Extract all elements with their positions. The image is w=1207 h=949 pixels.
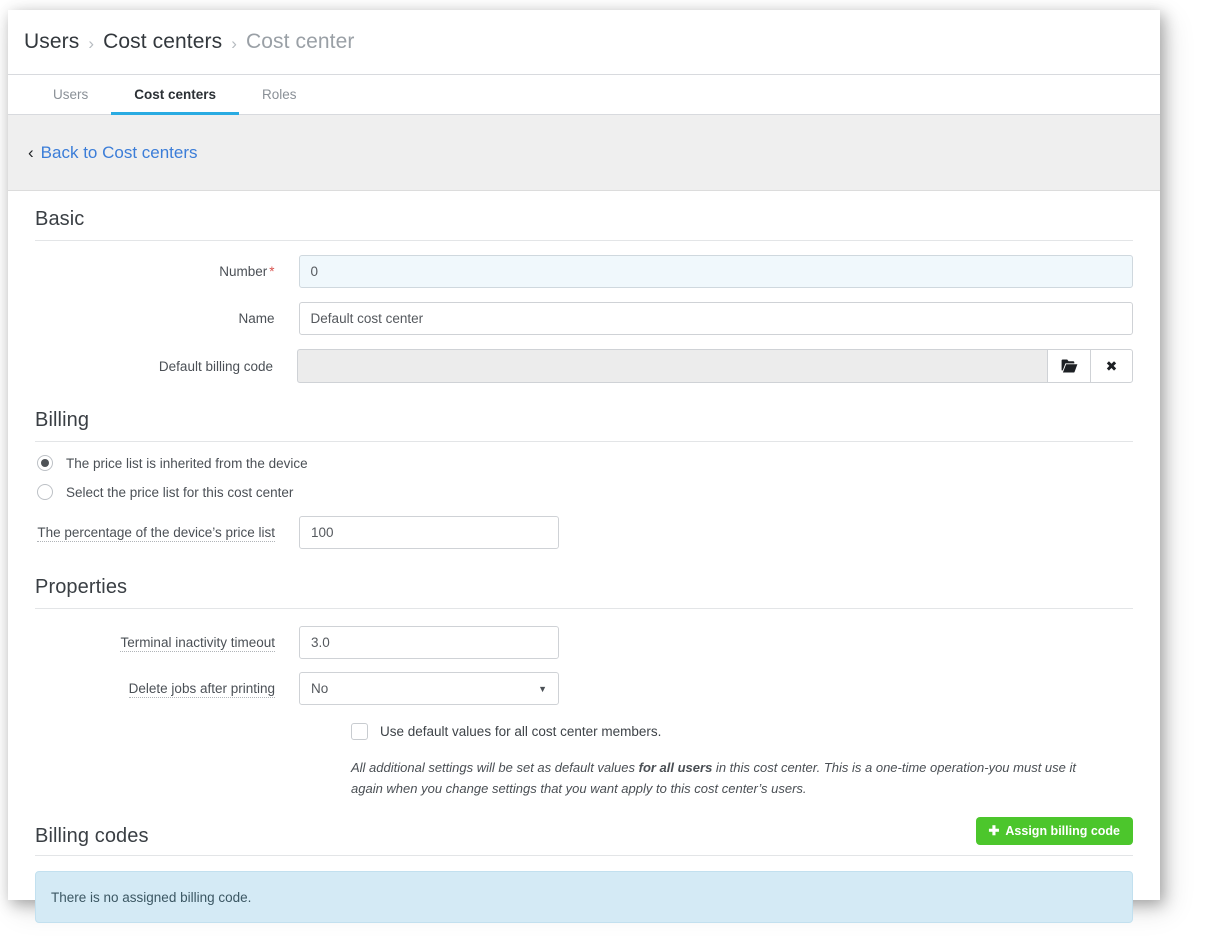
- assign-billing-code-button[interactable]: ✚ Assign billing code: [975, 817, 1133, 846]
- radio-inherit-price-list-label: The price list is inherited from the dev…: [66, 455, 308, 471]
- radio-select-price-list-control[interactable]: [37, 484, 53, 500]
- label-terminal-timeout: Terminal inactivity timeout: [35, 635, 299, 652]
- field-row-number: Number *: [35, 255, 1133, 288]
- delete-jobs-select[interactable]: No ▼: [299, 672, 559, 705]
- field-row-terminal-timeout: Terminal inactivity timeout: [35, 626, 1133, 659]
- section-title-billing: Billing: [35, 383, 1133, 442]
- radio-inherit-price-list[interactable]: The price list is inherited from the dev…: [35, 455, 1133, 471]
- no-billing-code-alert: There is no assigned billing code.: [35, 871, 1133, 924]
- breadcrumb-item-users[interactable]: Users: [24, 30, 79, 54]
- use-defaults-checkbox[interactable]: [351, 723, 368, 740]
- chevron-left-icon: ‹: [28, 142, 34, 162]
- label-terminal-timeout-text: Terminal inactivity timeout: [120, 635, 275, 652]
- tab-bar: Users Cost centers Roles: [8, 74, 1160, 115]
- default-billing-code-group: ✖: [297, 349, 1133, 383]
- use-defaults-label: Use default values for all cost center m…: [380, 724, 662, 739]
- help-text-part-1: All additional settings will be set as d…: [351, 760, 639, 775]
- plus-icon: ✚: [988, 823, 1000, 839]
- radio-select-price-list-label: Select the price list for this cost cent…: [66, 484, 294, 500]
- defaults-help-text: All additional settings will be set as d…: [35, 757, 1133, 799]
- field-row-percentage: The percentage of the device’s price lis…: [35, 516, 1133, 549]
- required-marker: *: [269, 264, 275, 279]
- tab-roles[interactable]: Roles: [239, 75, 320, 114]
- section-title-billing-codes: Billing codes: [35, 825, 149, 848]
- page-root: Users › Cost centers › Cost center Users…: [0, 0, 1207, 949]
- folder-open-icon[interactable]: [1047, 349, 1090, 383]
- billing-codes-header: Billing codes ✚ Assign billing code: [35, 799, 1133, 857]
- label-name: Name: [238, 311, 275, 326]
- tab-cost-centers-label: Cost centers: [134, 87, 217, 102]
- percentage-input[interactable]: [299, 516, 559, 549]
- clear-billing-code-button[interactable]: ✖: [1090, 349, 1133, 383]
- no-billing-code-message: There is no assigned billing code.: [51, 889, 252, 905]
- label-default-billing-code: Default billing code: [158, 358, 273, 374]
- breadcrumb-item-cost-centers[interactable]: Cost centers: [103, 30, 222, 54]
- folder-open-glyph: [1061, 359, 1077, 373]
- breadcrumb: Users › Cost centers › Cost center: [8, 10, 1160, 74]
- section-title-basic: Basic: [35, 191, 1133, 241]
- content-card: Users › Cost centers › Cost center Users…: [8, 10, 1160, 924]
- assign-billing-code-label: Assign billing code: [1005, 824, 1120, 839]
- tab-cost-centers[interactable]: Cost centers: [111, 75, 239, 115]
- radio-inherit-price-list-control[interactable]: [37, 455, 53, 471]
- use-defaults-row[interactable]: Use default values for all cost center m…: [35, 723, 1133, 740]
- number-input[interactable]: [298, 255, 1133, 288]
- field-row-default-billing-code: Default billing code ✖: [35, 349, 1133, 383]
- tab-users-label: Users: [53, 87, 89, 102]
- chevron-down-icon: ▼: [538, 683, 547, 694]
- radio-select-price-list[interactable]: Select the price list for this cost cent…: [35, 484, 1133, 500]
- label-delete-jobs: Delete jobs after printing: [35, 681, 299, 698]
- tab-roles-label: Roles: [262, 87, 297, 102]
- label-number-text: Number: [219, 264, 268, 279]
- tab-users[interactable]: Users: [30, 75, 111, 114]
- back-link-label: Back to Cost centers: [40, 142, 198, 162]
- default-billing-code-field[interactable]: [297, 349, 1047, 383]
- breadcrumb-separator-icon: ›: [88, 33, 95, 53]
- label-delete-jobs-text: Delete jobs after printing: [128, 681, 275, 698]
- back-bar: ‹ Back to Cost centers: [8, 115, 1160, 191]
- field-row-delete-jobs: Delete jobs after printing No ▼: [35, 672, 1133, 705]
- label-percentage-text: The percentage of the device’s price lis…: [37, 525, 275, 542]
- back-to-cost-centers-link[interactable]: ‹ Back to Cost centers: [28, 143, 198, 163]
- breadcrumb-separator-icon: ›: [231, 33, 237, 53]
- name-input[interactable]: [298, 302, 1133, 335]
- delete-jobs-selected-value: No: [311, 681, 329, 696]
- breadcrumb-item-cost-center: Cost center: [245, 30, 355, 53]
- help-text-bold: for all users: [638, 760, 713, 775]
- close-icon: ✖: [1105, 357, 1118, 374]
- label-number: Number *: [35, 264, 299, 279]
- form-body: Basic Number* Name Default billing code: [8, 191, 1160, 924]
- field-row-name: Name: [35, 302, 1133, 335]
- label-percentage: The percentage of the device’s price lis…: [35, 525, 299, 542]
- section-title-properties: Properties: [35, 549, 1133, 609]
- terminal-timeout-input[interactable]: [299, 626, 559, 659]
